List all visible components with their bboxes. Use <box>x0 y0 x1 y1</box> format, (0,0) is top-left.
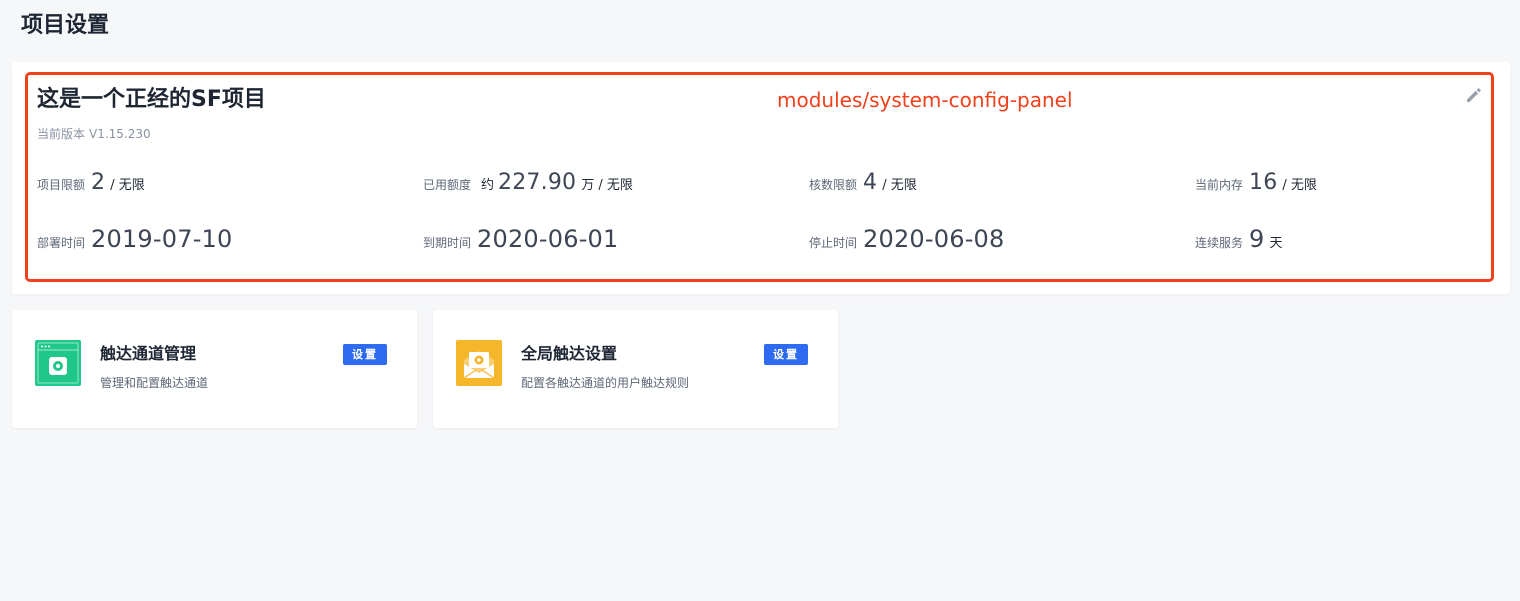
feature-description: 管理和配置触达通道 <box>100 376 209 390</box>
stat-value: 16 <box>1249 170 1278 195</box>
stat-unit: / 无限 <box>1282 178 1317 193</box>
stat-expire-time: 到期时间 2020-06-01 <box>423 225 619 253</box>
stat-label: 停止时间 <box>809 236 858 250</box>
version-value: V1.15.230 <box>89 127 151 141</box>
stat-label: 项目限额 <box>37 178 86 192</box>
stat-current-memory: 当前内存 16 / 无限 <box>1195 170 1317 195</box>
stat-unit: / 无限 <box>882 178 917 193</box>
stat-label: 部署时间 <box>37 236 86 250</box>
stat-label: 连续服务 <box>1195 236 1244 250</box>
stat-continuous-service: 连续服务 9 天 <box>1195 225 1283 253</box>
feature-description: 配置各触达通道的用户触达规则 <box>521 376 690 390</box>
stat-prefix: 约 <box>481 178 495 193</box>
feature-card-channel-management: 触达通道管理 管理和配置触达通道 设置 <box>12 310 417 428</box>
stat-value: 227.90 <box>498 170 577 195</box>
version-info: 当前版本 V1.15.230 <box>37 125 151 143</box>
module-path-label: modules/system-config-panel <box>777 88 1073 112</box>
stat-project-quota: 项目限额 2 / 无限 <box>37 170 145 195</box>
page-title: 项目设置 <box>21 13 110 38</box>
stat-label: 已用额度 <box>423 178 472 192</box>
version-label: 当前版本 <box>37 127 86 141</box>
stat-label: 到期时间 <box>423 236 472 250</box>
stat-unit: 天 <box>1269 236 1283 251</box>
stat-unit: / 无限 <box>110 178 145 193</box>
feature-card-global-settings: 全局触达设置 配置各触达通道的用户触达规则 设置 <box>433 310 838 428</box>
stat-core-quota: 核数限额 4 / 无限 <box>809 170 917 195</box>
stat-value: 9 <box>1249 225 1265 253</box>
stat-label: 核数限额 <box>809 178 858 192</box>
feature-title: 触达通道管理 <box>100 344 197 363</box>
stat-value: 2 <box>91 170 106 195</box>
stat-stop-time: 停止时间 2020-06-08 <box>809 225 1005 253</box>
project-name: 这是一个正经的SF项目 <box>37 87 266 112</box>
stat-label: 当前内存 <box>1195 178 1244 192</box>
envelope-gear-icon <box>456 340 502 386</box>
stat-value: 2020-06-08 <box>863 225 1005 253</box>
feature-title: 全局触达设置 <box>521 344 618 363</box>
project-info-card: 这是一个正经的SF项目 modules/system-config-panel … <box>12 62 1510 294</box>
stat-value: 4 <box>863 170 878 195</box>
stat-deploy-time: 部署时间 2019-07-10 <box>37 225 233 253</box>
global-settings-button[interactable]: 设置 <box>764 344 808 365</box>
channel-settings-button[interactable]: 设置 <box>343 344 387 365</box>
stat-value: 2020-06-01 <box>477 225 619 253</box>
browser-gear-icon <box>35 340 81 386</box>
stat-value: 2019-07-10 <box>91 225 233 253</box>
pencil-icon[interactable] <box>1464 85 1484 105</box>
stat-unit: 万 / 无限 <box>581 178 633 193</box>
stat-used-amount: 已用额度 约 227.90 万 / 无限 <box>423 170 633 195</box>
